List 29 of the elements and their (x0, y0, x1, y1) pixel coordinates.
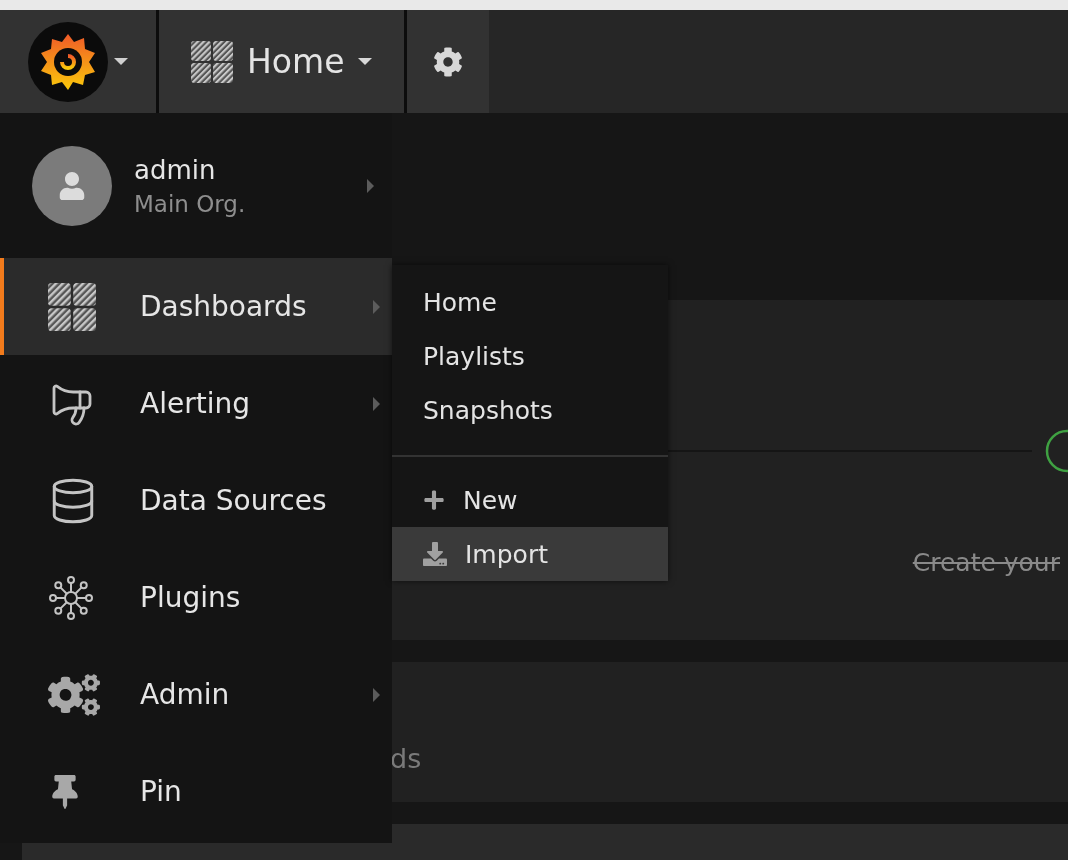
submenu-item[interactable]: Import (392, 527, 668, 581)
heading-text: ds (390, 743, 422, 774)
menu-item[interactable]: Plugins (0, 549, 392, 646)
submenu-item[interactable]: Snapshots (392, 383, 668, 437)
logo-icon[interactable] (28, 21, 108, 102)
submenu-item[interactable]: New (392, 473, 668, 527)
submenu-item[interactable]: Home (392, 275, 668, 329)
caret-icon (373, 299, 380, 314)
note-text: Create your (912, 548, 1061, 577)
caret-icon[interactable] (114, 58, 128, 65)
caret-icon (373, 396, 380, 411)
caret-icon (358, 58, 373, 65)
caret-icon (373, 687, 380, 702)
dashboard-grid-icon (191, 40, 233, 83)
plus-icon (423, 489, 445, 511)
user-name: admin (134, 154, 217, 185)
settings-button[interactable] (433, 46, 464, 77)
menu-item[interactable]: Admin (0, 646, 392, 743)
menu-item[interactable]: Pin (0, 743, 392, 840)
caret-icon (367, 178, 374, 193)
menu-item[interactable]: Alerting (0, 355, 392, 452)
download-icon (423, 542, 447, 566)
menu-item[interactable]: Data Sources (0, 452, 392, 549)
org-name: Main Org. (134, 190, 247, 217)
plugin-icon (48, 574, 94, 621)
dashboard-grid-icon (48, 282, 96, 331)
menu-item[interactable]: Dashboards (0, 258, 392, 355)
submenu-item[interactable]: Playlists (392, 329, 668, 383)
profile-item[interactable]: admin Main Org. (0, 113, 392, 258)
